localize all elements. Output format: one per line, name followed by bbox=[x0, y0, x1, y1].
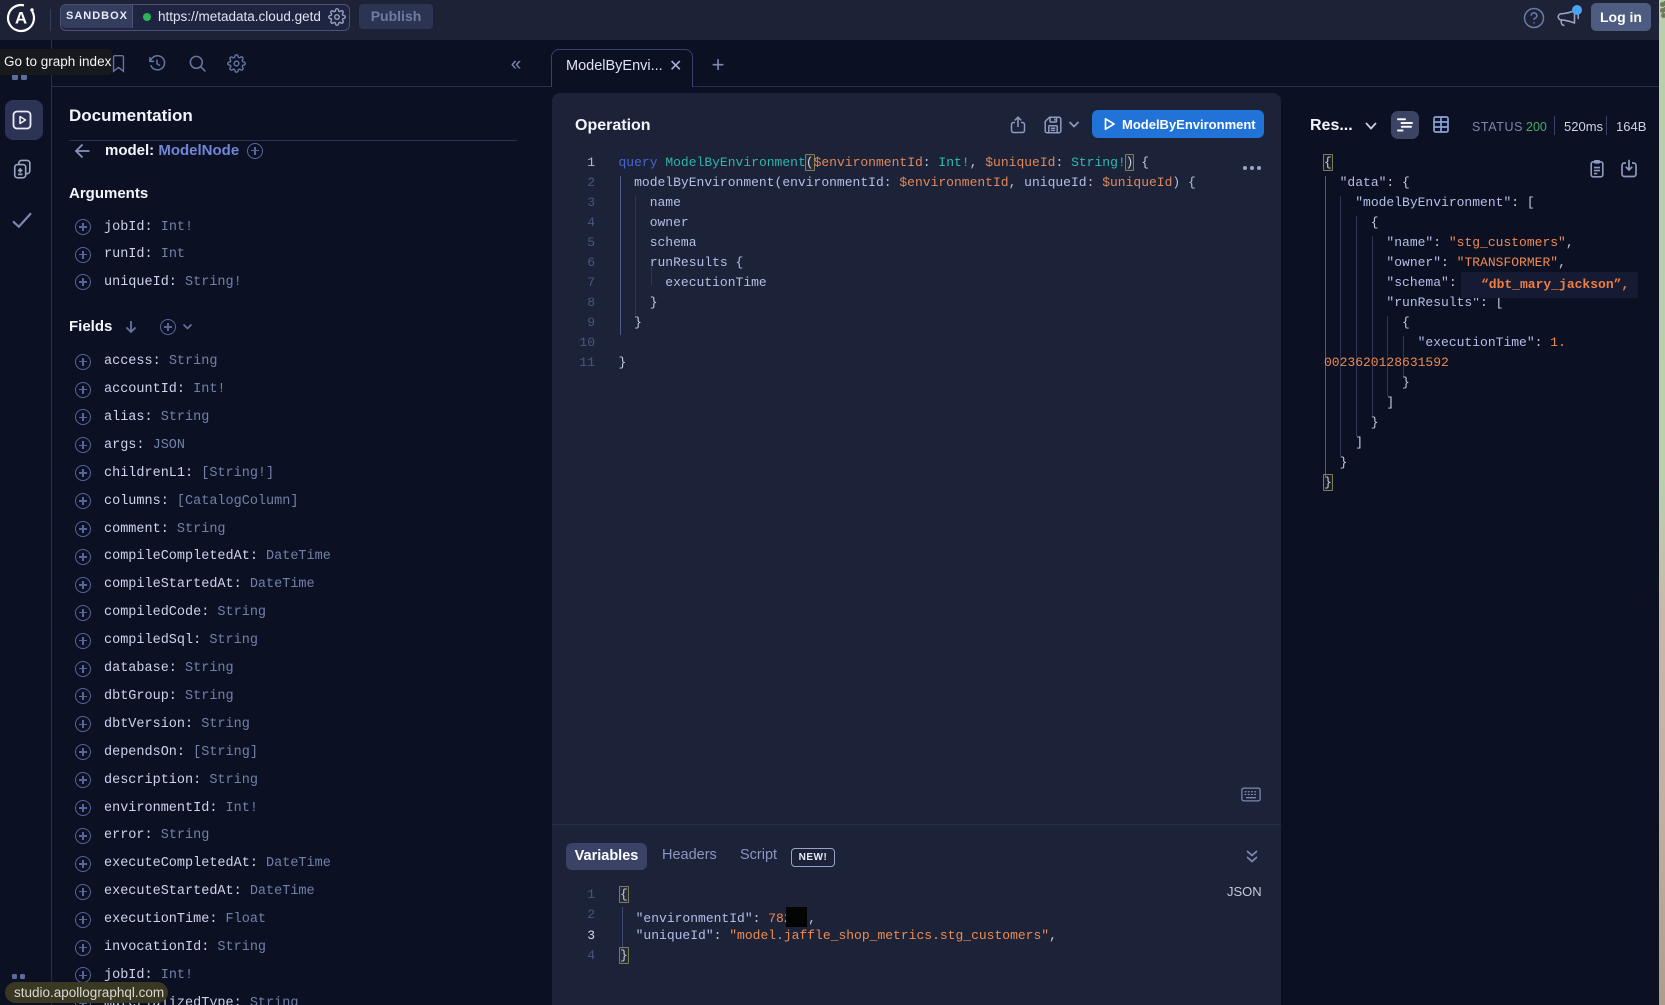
svg-text:A: A bbox=[15, 9, 27, 28]
